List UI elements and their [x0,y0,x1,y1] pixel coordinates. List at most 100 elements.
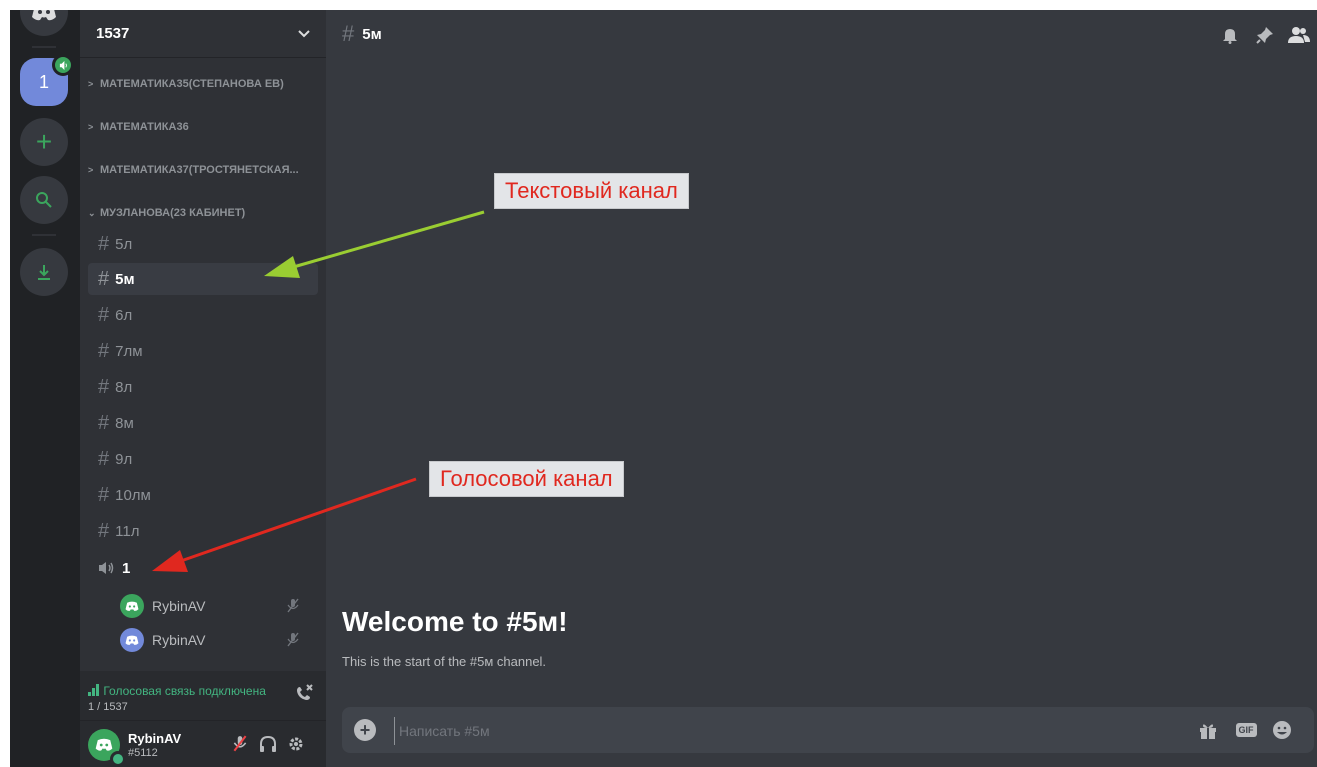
welcome-title: Welcome to #5м! [342,606,568,637]
welcome-subtitle: This is the start of the #5м channel. [342,654,547,669]
channel-5m[interactable]: # 5м [88,263,318,295]
voice-connected-status: Голосовая связь подключена [88,684,288,698]
speaker-icon [59,60,67,70]
chevron-down-icon [298,29,310,37]
avatar [120,628,144,652]
voice-channel-1[interactable]: 1 [88,552,318,584]
callout-text-channel: Текстовый канал [494,173,689,209]
channel-7lm[interactable]: # 7лм [88,335,318,367]
speaker-icon [99,562,114,574]
voice-active-badge [52,54,74,76]
voice-user-name: RybinAV [152,632,206,648]
category-label: МАТЕМАТИКА36 [100,121,189,133]
plus-icon: + [359,720,371,740]
deafen-button[interactable] [258,734,278,754]
hash-icon: # [98,232,110,255]
download-icon [38,265,50,280]
hash-icon: # [98,447,110,470]
discord-window: 1 + 1537 > МАТЕМАТИКА35(СТЕПАНОВА ЕВ) > … [10,10,1317,767]
callout-voice-channel: Голосовой канал [429,461,624,497]
hash-icon: # [98,411,110,434]
server-initial: 1 [38,71,49,92]
mic-muted-icon [233,735,247,752]
message-input[interactable] [394,717,1161,745]
hash-icon: # [98,519,110,542]
category-matematika37[interactable]: > МАТЕМАТИКА37(ТРОСТЯНЕТСКАЯ... [88,160,318,180]
channel-label: 11л [115,522,140,540]
explore-servers-button[interactable] [20,176,68,224]
members-icon [1288,27,1310,43]
channel-8l[interactable]: # 8л [88,371,318,403]
gif-label: GIF [1235,723,1257,737]
user-panel: RybinAV #5112 [80,721,326,767]
member-list-button[interactable] [1288,24,1310,46]
gift-button[interactable] [1197,719,1219,741]
online-status-dot [110,751,126,767]
discord-logo-icon [125,601,139,611]
channel-label: 5м [115,270,135,288]
user-name: RybinAV [128,731,182,746]
hash-icon: # [98,303,110,326]
chevron-down-icon: ⌄ [88,207,96,218]
channel-9l[interactable]: # 9л [88,443,318,475]
category-muzlanova[interactable]: ⌄ МУЗЛАНОВА(23 КАБИНЕТ) [88,203,318,223]
voice-user[interactable]: RybinAV [120,627,320,653]
signal-icon [88,684,99,696]
category-label: МУЗЛАНОВА(23 КАБИНЕТ) [100,207,246,219]
voice-user-name: RybinAV [152,598,206,614]
channel-10lm[interactable]: # 10лм [88,479,318,511]
server-header[interactable]: 1537 [80,10,326,58]
chevron-right-icon: > [88,165,94,175]
voice-status-label: Голосовая связь подключена [103,684,266,698]
bell-icon [1223,29,1237,44]
hash-icon: # [342,21,355,46]
notifications-button[interactable] [1219,24,1241,46]
category-label: МАТЕМАТИКА35(СТЕПАНОВА ЕВ) [100,78,284,90]
server-name: 1537 [96,25,130,42]
hash-icon: # [98,483,110,506]
chat-area: # 5м Welcome to #5м! This is the start o… [326,10,1317,767]
channel-label: 7лм [115,342,143,360]
channel-11l[interactable]: # 11л [88,515,318,547]
channel-8m[interactable]: # 8м [88,407,318,439]
emoji-button[interactable] [1271,719,1293,741]
category-matematika36[interactable]: > МАТЕМАТИКА36 [88,117,318,137]
user-settings-button[interactable] [286,734,306,754]
channel-label: 9л [115,450,133,468]
mic-muted-icon [287,598,299,613]
channel-header: # 5м [326,10,1317,58]
home-button[interactable] [20,10,68,36]
hash-icon: # [98,375,110,398]
channel-label: 1 [122,559,131,577]
category-label: МАТЕМАТИКА37(ТРОСТЯНЕТСКАЯ... [100,164,299,176]
rail-separator [32,234,56,236]
upload-button[interactable]: + [354,719,376,741]
voice-connection-panel: Голосовая связь подключена 1 / 1537 [80,671,326,721]
gift-icon [1200,724,1216,739]
discord-logo-icon [95,738,113,751]
rail-separator [32,46,56,48]
user-tag: #5112 [128,747,158,759]
add-server-button[interactable]: + [20,118,68,166]
channel-label: 5л [115,235,133,253]
discord-logo-icon [125,635,139,645]
voice-user[interactable]: RybinAV [120,593,320,619]
hash-icon: # [98,267,110,290]
server-rail: 1 + [10,10,80,767]
pin-icon [1256,27,1273,44]
pinned-messages-button[interactable] [1254,24,1276,46]
gif-button[interactable]: GIF [1235,719,1257,741]
channel-6l[interactable]: # 6л [88,299,318,331]
channel-5l[interactable]: # 5л [88,228,318,260]
hash-icon: # [98,339,110,362]
avatar [120,594,144,618]
disconnect-call-icon [297,684,313,700]
disconnect-button[interactable] [294,683,314,708]
mute-button[interactable] [230,734,250,754]
chevron-right-icon: > [88,122,94,132]
download-apps-button[interactable] [20,248,68,296]
headphones-icon [260,735,276,752]
channel-sidebar: 1537 > МАТЕМАТИКА35(СТЕПАНОВА ЕВ) > МАТЕ… [80,10,326,767]
channel-label: 8л [115,378,133,396]
category-matematika35[interactable]: > МАТЕМАТИКА35(СТЕПАНОВА ЕВ) [88,74,318,94]
